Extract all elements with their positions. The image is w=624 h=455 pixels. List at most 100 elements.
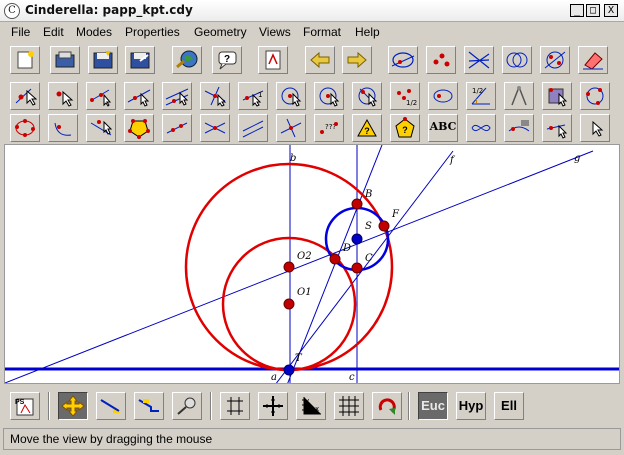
redo-button[interactable] — [342, 46, 372, 74]
undo-button[interactable] — [305, 46, 335, 74]
mode-add-segment-button[interactable] — [86, 82, 116, 110]
new-file-button[interactable] — [10, 46, 40, 74]
mode-reflect-button[interactable] — [162, 114, 192, 142]
select-lines-button[interactable] — [464, 46, 494, 74]
mode-animation-button[interactable] — [504, 114, 534, 142]
line-through-T-B[interactable] — [287, 145, 383, 384]
mode-add-line-button[interactable] — [124, 82, 154, 110]
point-o1[interactable] — [283, 298, 295, 310]
mode-circle-radius-button[interactable] — [314, 82, 344, 110]
arc-icon — [54, 122, 72, 136]
mode-question-triangle-button[interactable]: ? — [352, 114, 382, 142]
drawing-canvas[interactable]: b f g B F S D O2 C O1 T a c — [4, 144, 620, 384]
maximize-button[interactable]: □ — [586, 4, 600, 17]
mode-fixed-segment-button[interactable]: 1 — [238, 82, 268, 110]
mode-midpoint-button[interactable]: 1/2 — [390, 82, 420, 110]
svg-text:y: y — [305, 397, 309, 405]
mode-circle-3points-button[interactable] — [580, 82, 610, 110]
open-file-button[interactable] — [50, 46, 80, 74]
point-c[interactable] — [351, 262, 363, 274]
add-line-icon — [127, 89, 151, 107]
select-all-button[interactable] — [540, 46, 570, 74]
grid-snap-button[interactable] — [220, 392, 250, 420]
print-button[interactable] — [258, 46, 288, 74]
help-button[interactable]: ? — [212, 46, 242, 74]
globe-export-icon — [176, 50, 198, 69]
mode-compass-button[interactable] — [352, 82, 382, 110]
menu-help[interactable]: Help — [355, 25, 380, 39]
geometry-hyperbolic-button[interactable]: Hyp — [456, 392, 486, 420]
select-points-button[interactable] — [426, 46, 456, 74]
mode-add-point-button[interactable] — [48, 82, 78, 110]
mode-polygon-button[interactable] — [542, 82, 572, 110]
menu-geometry[interactable]: Geometry — [194, 25, 247, 39]
export-ps-button[interactable]: PS — [10, 392, 40, 420]
mode-intersect-button[interactable] — [200, 114, 230, 142]
point-f[interactable] — [378, 220, 390, 232]
geometry-euclidean-button[interactable]: Euc — [418, 392, 448, 420]
crosshair-axes-icon — [263, 396, 283, 416]
close-button[interactable]: X — [604, 4, 618, 17]
label-point-t: T — [295, 353, 303, 364]
geometry-elliptic-button[interactable]: Ell — [494, 392, 524, 420]
menu-file[interactable]: File — [11, 25, 30, 39]
point-d[interactable] — [329, 253, 341, 265]
mode-angle-bisector-button[interactable]: 1/2 — [466, 82, 496, 110]
menu-edit[interactable]: Edit — [43, 25, 64, 39]
menu-modes[interactable]: Modes — [76, 25, 112, 39]
mode-question-pentagon-button[interactable]: ? — [390, 114, 420, 142]
mode-locus-button[interactable]: ??? — [314, 114, 344, 142]
axes-button[interactable] — [258, 392, 288, 420]
point-s[interactable] — [351, 233, 363, 245]
rotate-view-button[interactable] — [372, 392, 402, 420]
perp-bisector-icon — [280, 118, 302, 138]
mode-circle-button[interactable] — [276, 82, 306, 110]
point-o2[interactable] — [283, 261, 295, 273]
coordinate-axes-icon: yx — [302, 397, 321, 415]
mode-conic-button[interactable] — [428, 82, 458, 110]
mode-polygon-draw-button[interactable] — [124, 114, 154, 142]
mode-arc-button[interactable] — [48, 114, 78, 142]
point-t[interactable] — [283, 364, 295, 376]
minimize-button[interactable]: _ — [570, 4, 584, 17]
menu-views[interactable]: Views — [259, 25, 291, 39]
mode-measure-button[interactable] — [542, 114, 572, 142]
save-as-button[interactable] — [125, 46, 155, 74]
mode-select-arrow-button[interactable] — [580, 114, 610, 142]
select-line-circle-button[interactable] — [388, 46, 418, 74]
separator — [210, 392, 212, 420]
zoom-out-button[interactable] — [134, 392, 164, 420]
menu-format[interactable]: Format — [303, 25, 341, 39]
line-g[interactable] — [5, 150, 594, 383]
grid-button[interactable] — [334, 392, 364, 420]
zoom-in-button[interactable] — [96, 392, 126, 420]
mode-compass-tool-button[interactable] — [504, 82, 534, 110]
mode-text-button[interactable]: ABC — [428, 114, 458, 142]
circle-three-points-icon — [586, 87, 604, 105]
text-tool-label: ABC — [429, 120, 457, 133]
redo-arrow-icon — [347, 51, 367, 69]
mode-parallel-button[interactable] — [162, 82, 192, 110]
mode-parallel-segment-button[interactable] — [238, 114, 268, 142]
select-circles-button[interactable] — [502, 46, 532, 74]
status-bar: Move the view by dragging the mouse — [3, 428, 621, 450]
mode-move-button[interactable] — [10, 82, 40, 110]
coordinate-system-button[interactable]: yx — [296, 392, 326, 420]
mode-curve-button[interactable] — [466, 114, 496, 142]
geometry-drawing[interactable]: b f g B F S D O2 C O1 T a c — [5, 145, 620, 384]
point-b[interactable] — [351, 198, 363, 210]
svg-text:1/2: 1/2 — [406, 99, 417, 107]
pointer-arrow-icon — [592, 120, 604, 137]
svg-text:PS: PS — [15, 399, 25, 406]
menu-properties[interactable]: Properties — [125, 25, 180, 39]
save-file-button[interactable] — [88, 46, 118, 74]
export-web-button[interactable] — [172, 46, 202, 74]
eraser-button[interactable] — [578, 46, 608, 74]
mode-conic-5points-button[interactable] — [10, 114, 40, 142]
mode-perpendicular-button[interactable] — [200, 82, 230, 110]
mode-tangent-button[interactable] — [86, 114, 116, 142]
move-view-button[interactable] — [58, 392, 88, 420]
fit-view-button[interactable] — [172, 392, 202, 420]
mode-perp-bisector-button[interactable] — [276, 114, 306, 142]
menu-bar: File Edit Modes Properties Geometry View… — [0, 22, 624, 42]
